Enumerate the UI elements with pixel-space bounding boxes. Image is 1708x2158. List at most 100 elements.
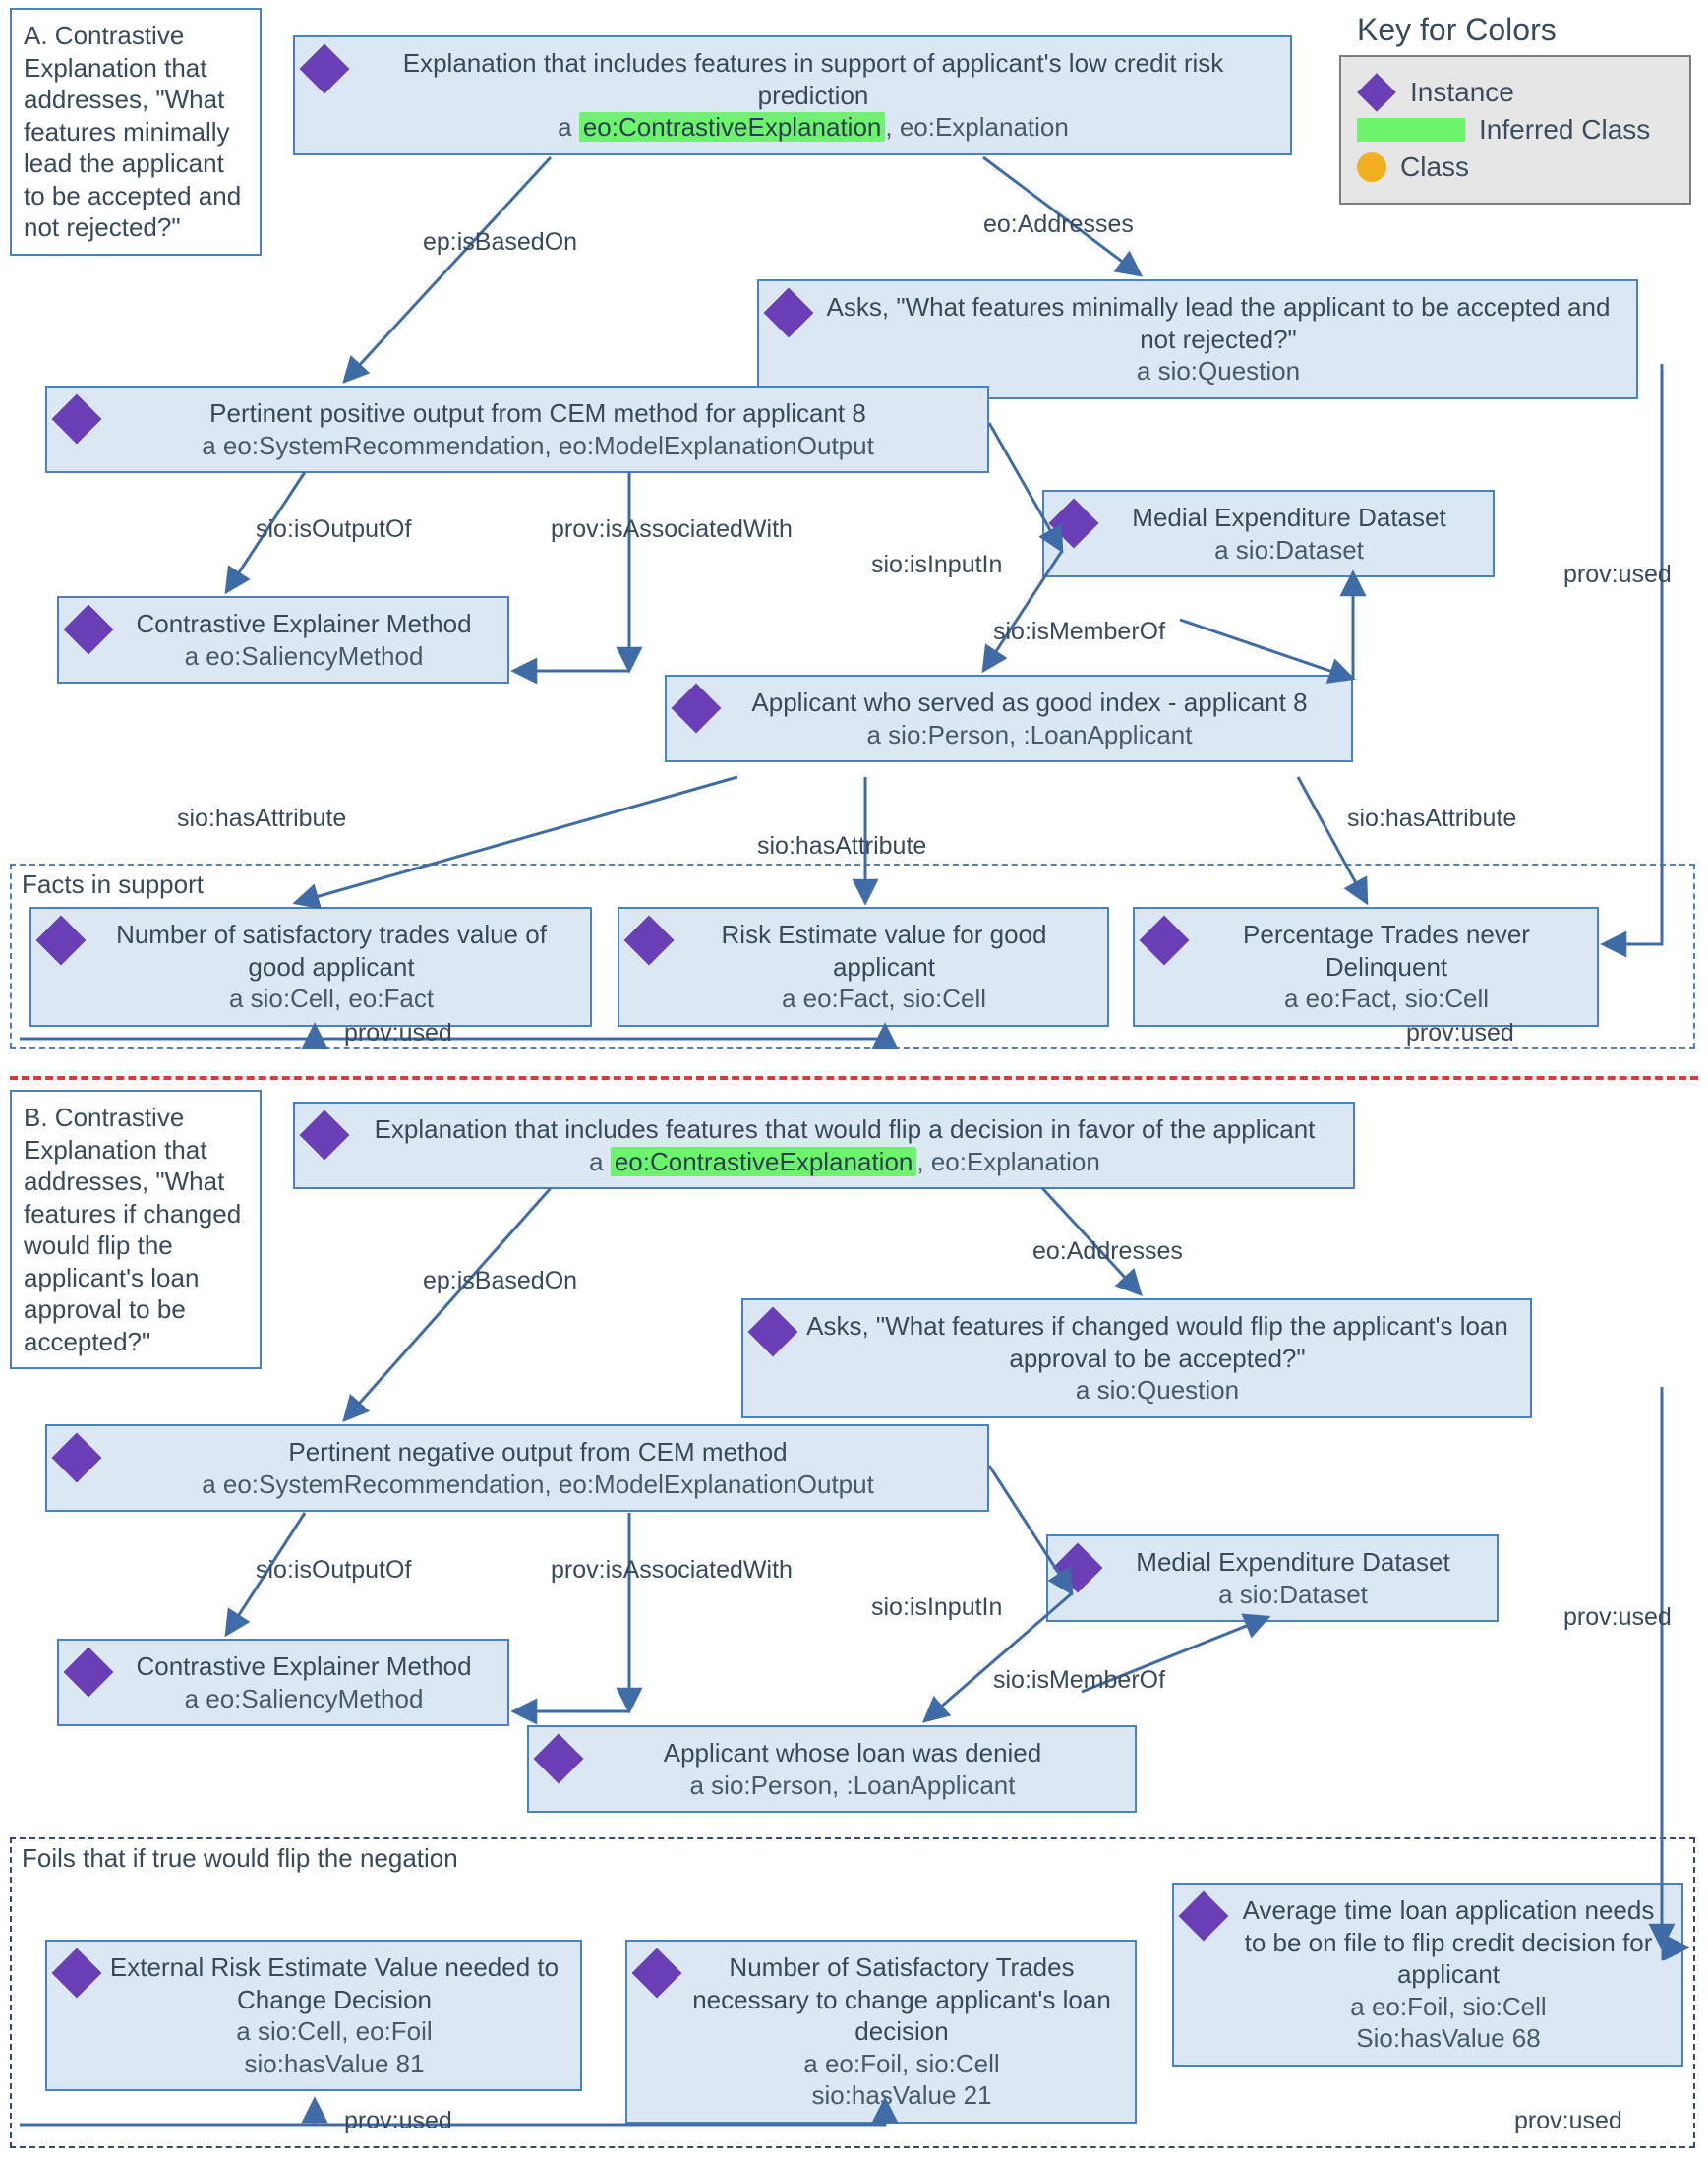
diamond-icon	[52, 1433, 102, 1483]
node-title: Contrastive Explainer Method	[136, 609, 471, 638]
diamond-icon	[52, 1948, 102, 1999]
node-value: Sio:hasValue 68	[1229, 2022, 1668, 2055]
node-title: Number of Satisfactory Trades necessary …	[692, 1952, 1111, 2046]
node-value: sio:hasValue 21	[682, 2079, 1121, 2112]
node-type: a eo:ContrastiveExplanation, eo:Explanat…	[350, 1146, 1339, 1178]
edge-is-associated-with: prov:isAssociatedWith	[551, 515, 793, 544]
section-b-label: B. Contrastive Explanation that addresse…	[10, 1090, 262, 1369]
edge-is-input-in: sio:isInputIn	[871, 551, 1002, 579]
edge-is-input-in: sio:isInputIn	[871, 1593, 1002, 1622]
edge-is-member-of: sio:isMemberOf	[993, 1666, 1165, 1695]
node-b-explanation: Explanation that includes features that …	[293, 1102, 1355, 1189]
node-a-pos-output: Pertinent positive output from CEM metho…	[45, 386, 989, 473]
legend-box: Instance Inferred Class Class	[1339, 55, 1691, 205]
node-fact-2: Risk Estimate value for good applicant a…	[618, 907, 1109, 1027]
node-foil-3: Average time loan application needs to b…	[1172, 1883, 1683, 2067]
legend-inferred-label: Inferred Class	[1479, 114, 1650, 146]
node-type: a sio:Person, :LoanApplicant	[584, 1769, 1121, 1802]
node-type: a sio:Question	[798, 1374, 1516, 1407]
legend-class-row: Class	[1357, 151, 1674, 183]
node-type: a eo:SystemRecommendation, eo:ModelExpla…	[102, 1469, 973, 1501]
diamond-icon	[534, 1734, 584, 1784]
group-foils-title: Foils that if true would flip the negati…	[22, 1843, 458, 1874]
edge-addresses: eo:Addresses	[983, 210, 1134, 239]
diamond-icon	[1049, 499, 1099, 549]
legend-instance-row: Instance	[1357, 77, 1674, 108]
edge-prov-used: prov:used	[344, 2107, 452, 2135]
edge-has-attribute: sio:hasAttribute	[757, 832, 926, 861]
diamond-icon	[632, 1948, 682, 1999]
edge-prov-used: prov:used	[1563, 1603, 1672, 1632]
legend-inferred-row: Inferred Class	[1357, 114, 1674, 146]
edge-prov-used: prov:used	[1563, 561, 1672, 589]
group-facts-title: Facts in support	[22, 869, 204, 900]
edge-is-member-of: sio:isMemberOf	[993, 618, 1165, 646]
type-suffix: , eo:Explanation	[916, 1147, 1099, 1176]
edge-has-attribute: sio:hasAttribute	[177, 805, 346, 833]
node-fact-1: Number of satisfactory trades value of g…	[29, 907, 592, 1027]
edge-is-associated-with: prov:isAssociatedWith	[551, 1556, 793, 1585]
node-title: Asks, "What features if changed would fl…	[806, 1311, 1508, 1373]
node-type: a eo:Fact, sio:Cell	[675, 983, 1093, 1015]
node-a-method: Contrastive Explainer Method a eo:Salien…	[57, 596, 509, 684]
node-type: a sio:Question	[814, 355, 1622, 388]
diamond-icon	[764, 288, 814, 338]
node-a-question: Asks, "What features minimally lead the …	[757, 279, 1638, 399]
circle-icon	[1357, 152, 1386, 182]
section-divider	[10, 1076, 1698, 1080]
node-title: Medial Expenditure Dataset	[1136, 1547, 1449, 1577]
node-title: Pertinent positive output from CEM metho…	[209, 398, 866, 428]
node-title: Medial Expenditure Dataset	[1132, 503, 1445, 532]
legend-title: Key for Colors	[1357, 12, 1557, 48]
edge-is-based-on: ep:isBasedOn	[423, 228, 577, 257]
node-b-applicant: Applicant whose loan was denied a sio:Pe…	[527, 1725, 1137, 1813]
node-type: a eo:ContrastiveExplanation, eo:Explanat…	[350, 111, 1276, 144]
node-title: Pertinent negative output from CEM metho…	[288, 1437, 787, 1467]
node-title: Applicant whose loan was denied	[664, 1738, 1041, 1768]
edge-is-based-on: ep:isBasedOn	[423, 1267, 577, 1295]
node-type: a eo:SaliencyMethod	[114, 640, 494, 673]
node-title: Explanation that includes features in su…	[403, 48, 1224, 110]
node-type: a eo:SystemRecommendation, eo:ModelExpla…	[102, 430, 973, 462]
edge-prov-used: prov:used	[344, 1019, 452, 1048]
node-title: Average time loan application needs to b…	[1243, 1895, 1655, 1989]
edge-is-output-of: sio:isOutputOf	[256, 515, 411, 544]
diamond-icon	[64, 1648, 114, 1698]
node-foil-2: Number of Satisfactory Trades necessary …	[625, 1940, 1137, 2124]
diamond-icon	[36, 916, 87, 966]
node-type: a eo:Foil, sio:Cell	[1229, 1991, 1668, 2023]
diamond-icon	[624, 916, 675, 966]
edge-is-output-of: sio:isOutputOf	[256, 1556, 411, 1585]
inferred-class: eo:ContrastiveExplanation	[611, 1147, 917, 1176]
node-b-question: Asks, "What features if changed would fl…	[741, 1298, 1532, 1418]
type-prefix: a	[558, 112, 579, 142]
node-type: a sio:Dataset	[1099, 534, 1479, 567]
node-type: a eo:Foil, sio:Cell	[682, 2048, 1121, 2080]
type-prefix: a	[589, 1147, 611, 1176]
diamond-icon	[52, 394, 102, 445]
node-type: a sio:Dataset	[1103, 1579, 1483, 1611]
diamond-icon	[300, 1110, 350, 1161]
node-title: External Risk Estimate Value needed to C…	[110, 1952, 559, 2014]
node-b-method: Contrastive Explainer Method a eo:Salien…	[57, 1639, 509, 1726]
node-fact-3: Percentage Trades never Delinquent a eo:…	[1133, 907, 1599, 1027]
type-suffix: , eo:Explanation	[885, 112, 1068, 142]
node-title: Asks, "What features minimally lead the …	[827, 292, 1611, 354]
node-b-neg-output: Pertinent negative output from CEM metho…	[45, 1424, 989, 1512]
node-type: a sio:Person, :LoanApplicant	[722, 719, 1337, 751]
node-a-dataset: Medial Expenditure Dataset a sio:Dataset	[1042, 490, 1495, 577]
node-type: a sio:Cell, eo:Fact	[87, 983, 576, 1015]
diamond-icon	[1053, 1543, 1103, 1593]
node-foil-1: External Risk Estimate Value needed to C…	[45, 1940, 582, 2091]
section-a-label: A. Contrastive Explanation that addresse…	[10, 8, 262, 256]
node-a-explanation: Explanation that includes features in su…	[293, 35, 1292, 155]
diamond-icon	[64, 605, 114, 655]
diagram-canvas: Key for Colors Instance Inferred Class C…	[0, 0, 1708, 2158]
legend-instance-label: Instance	[1410, 77, 1514, 108]
diamond-icon	[672, 684, 722, 734]
node-value: sio:hasValue 81	[102, 2048, 566, 2080]
node-title: Risk Estimate value for good applicant	[722, 920, 1047, 982]
node-type: a sio:Cell, eo:Foil	[102, 2015, 566, 2048]
legend-class-label: Class	[1400, 151, 1469, 183]
diamond-icon	[748, 1307, 798, 1357]
